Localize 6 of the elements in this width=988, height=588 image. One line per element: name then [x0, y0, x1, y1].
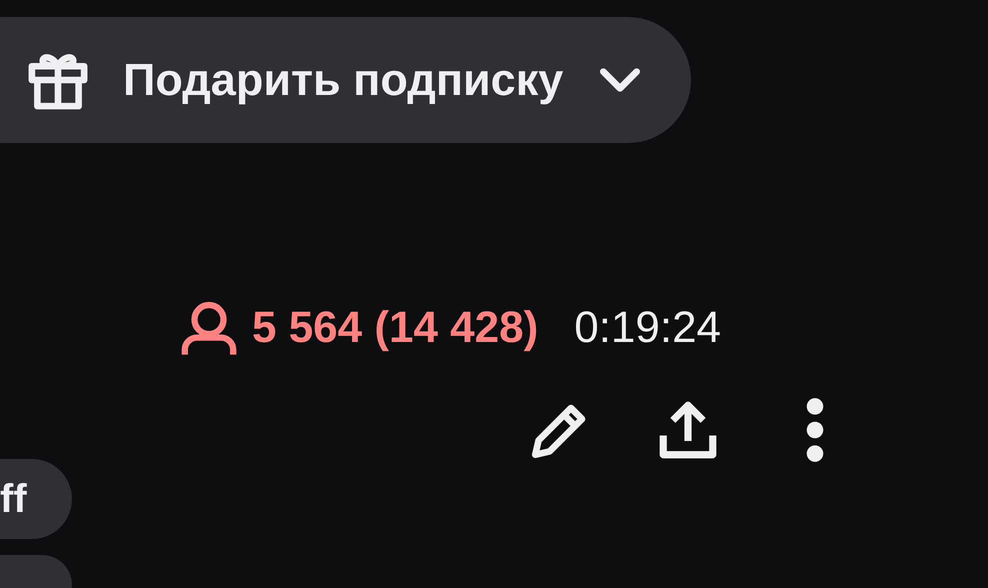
viewer-count: 5 564 (14 428)	[252, 303, 538, 353]
gift-subscription-button[interactable]: Подарить подписку	[0, 17, 692, 143]
stream-uptime: 0:19:24	[574, 303, 722, 353]
person-icon	[180, 299, 238, 357]
more-icon[interactable]	[805, 397, 825, 463]
tag-pill[interactable]: ff	[0, 459, 72, 539]
